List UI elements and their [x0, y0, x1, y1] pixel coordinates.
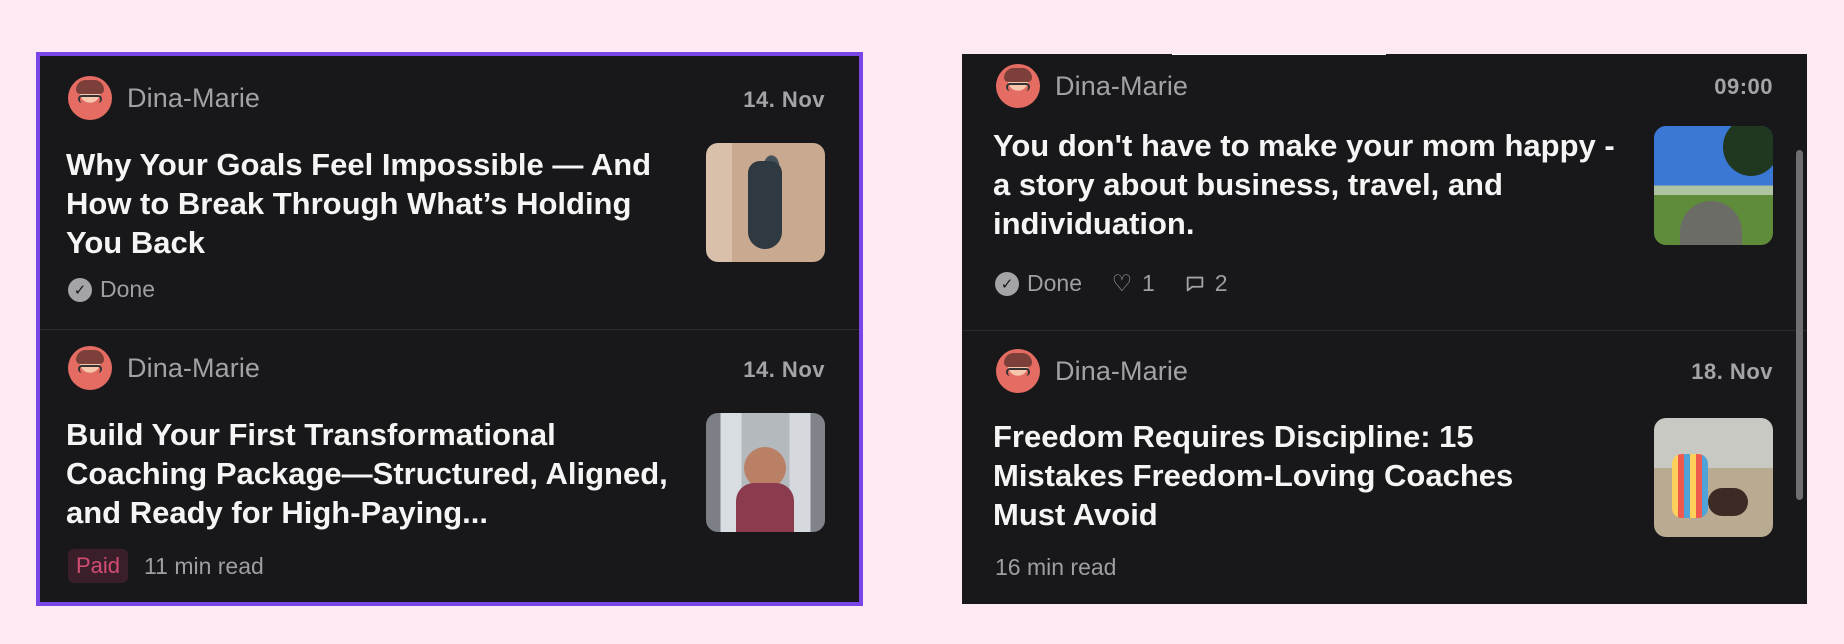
author-avatar [996, 64, 1040, 108]
post-thumbnail[interactable] [706, 143, 825, 262]
post-card[interactable]: Dina-Marie 14. Nov Build Your First Tran… [40, 330, 859, 602]
post-date: 18. Nov [1691, 359, 1773, 384]
post-thumbnail[interactable] [706, 413, 825, 532]
status-label: Done [100, 276, 155, 302]
heart-icon[interactable]: ♡ [1110, 270, 1134, 296]
post-card[interactable]: Dina-Marie 18. Nov Freedom Requires Disc… [962, 331, 1807, 604]
post-card[interactable]: Dina-Marie 14. Nov Why Your Goals Feel I… [40, 56, 859, 330]
right-post-list-panel[interactable]: Dina-Marie 09:00 You don't have to make … [962, 54, 1807, 604]
status-label: Done [1027, 270, 1082, 296]
author-row: Dina-Marie [996, 349, 1188, 393]
author-name: Dina-Marie [127, 352, 261, 383]
check-circle-icon: ✓ [995, 271, 1019, 296]
scrollbar[interactable] [1796, 150, 1803, 500]
likes-count: 1 [1141, 270, 1155, 296]
post-status: ✓ Done [68, 276, 155, 303]
post-title[interactable]: Why Your Goals Feel Impossible — And How… [66, 145, 686, 262]
author-row: Dina-Marie [996, 64, 1188, 108]
post-meta: 16 min read [995, 554, 1116, 581]
post-date: 14. Nov [743, 357, 825, 382]
post-date: 09:00 [1714, 74, 1773, 99]
author-name: Dina-Marie [1055, 70, 1189, 101]
paid-badge: Paid [68, 549, 129, 583]
post-meta: Paid 11 min read [68, 549, 264, 583]
read-time: 11 min read [144, 552, 264, 579]
post-date: 14. Nov [743, 87, 825, 112]
comment-icon[interactable] [1183, 272, 1207, 296]
read-time: 16 min read [995, 554, 1117, 580]
author-name: Dina-Marie [1055, 355, 1189, 386]
post-title[interactable]: Freedom Requires Discipline: 15 Mistakes… [993, 417, 1593, 534]
post-card[interactable]: Dina-Marie 09:00 You don't have to make … [962, 54, 1807, 331]
post-meta: ✓ Done ♡ 1 2 [995, 270, 1228, 297]
post-thumbnail[interactable] [1654, 418, 1773, 537]
author-avatar [996, 349, 1040, 393]
check-circle-icon: ✓ [68, 277, 92, 302]
left-post-list-panel[interactable]: Dina-Marie 14. Nov Why Your Goals Feel I… [36, 52, 863, 606]
author-avatar [68, 346, 112, 390]
author-row: Dina-Marie [68, 346, 260, 390]
post-thumbnail[interactable] [1654, 126, 1773, 245]
comments-count: 2 [1214, 270, 1228, 296]
post-title[interactable]: You don't have to make your mom happy - … [993, 126, 1633, 243]
post-title[interactable]: Build Your First Transformational Coachi… [66, 415, 686, 532]
author-avatar [68, 76, 112, 120]
author-name: Dina-Marie [127, 82, 261, 113]
author-row: Dina-Marie [68, 76, 260, 120]
